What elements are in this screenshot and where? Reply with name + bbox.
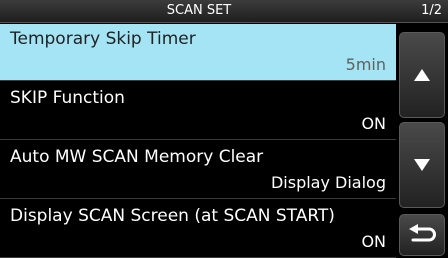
return-arrow-icon [409, 224, 436, 242]
setting-label: Auto MW SCAN Memory Clear [10, 147, 264, 167]
setting-item-display-scan-screen[interactable]: Display SCAN Screen (at SCAN START) ON [0, 201, 396, 258]
title-bar: SCAN SET 1/2 [0, 0, 448, 23]
setting-item-temporary-skip-timer[interactable]: Temporary Skip Timer 5min [0, 24, 396, 81]
page-indicator: 1/2 [421, 3, 442, 18]
screen-title: SCAN SET [166, 3, 232, 18]
setting-label: Display SCAN Screen (at SCAN START) [10, 206, 335, 226]
setting-value: Display Dialog [270, 173, 386, 192]
scroll-down-button[interactable] [399, 122, 445, 208]
scroll-up-button[interactable] [399, 32, 445, 118]
setting-value: ON [361, 114, 386, 133]
back-button[interactable] [399, 214, 445, 256]
setting-label: SKIP Function [10, 88, 125, 108]
setting-label: Temporary Skip Timer [10, 29, 196, 49]
setting-item-auto-mw-scan-memory-clear[interactable]: Auto MW SCAN Memory Clear Display Dialog [0, 142, 396, 199]
settings-list: Temporary Skip Timer 5min SKIP Function … [0, 24, 396, 258]
setting-value: ON [361, 232, 386, 251]
setting-item-skip-function[interactable]: SKIP Function ON [0, 83, 396, 140]
triangle-up-icon [414, 69, 430, 81]
scroll-panel [396, 24, 448, 258]
setting-value: 5min [345, 55, 386, 74]
triangle-down-icon [414, 159, 430, 171]
